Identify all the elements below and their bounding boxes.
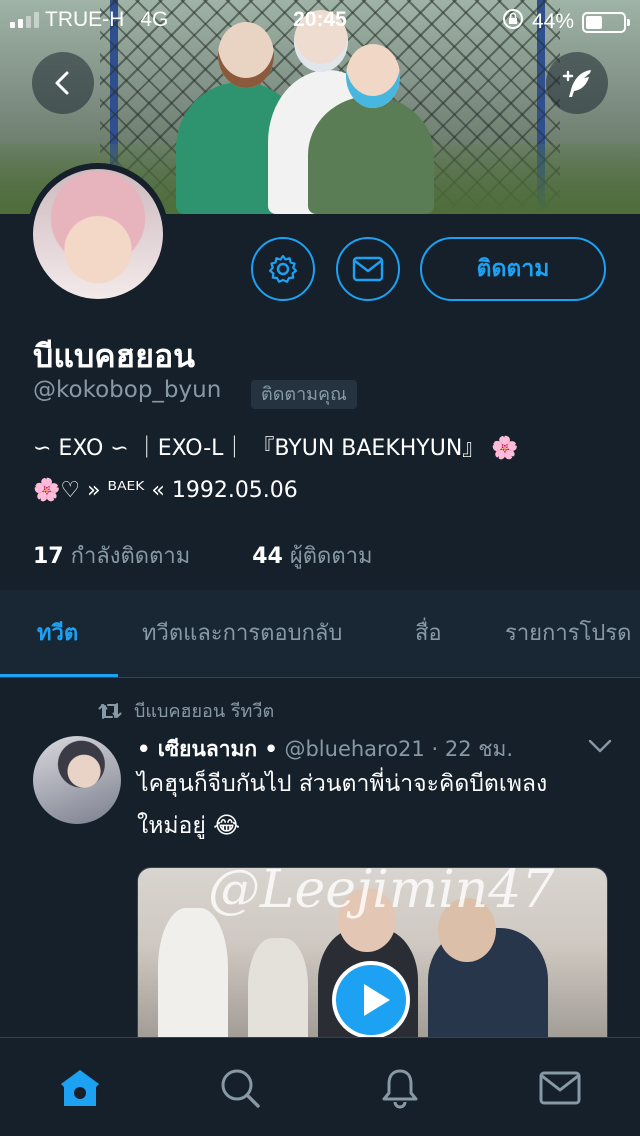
tweet-options-button[interactable] [588,738,612,758]
tweet-text-line: ไคฮุนก็จีบกันไป ส่วนตาพี่น่าจะคิดบีตเพลง [137,771,548,797]
tweet-text: ไคฮุนก็จีบกันไป ส่วนตาพี่น่าจะคิดบีตเพลง… [137,763,617,847]
orientation-lock-icon [502,8,524,36]
profile-bio: ∽ EXO ∽ ｜EXO-L｜ 『BYUN BAEKHYUN』 🌸 🌸♡ » ᴮ… [33,428,623,512]
status-bar: TRUE-H 4G 20:45 44% [0,0,640,40]
tab-tweets[interactable]: ทวีต [37,590,78,677]
bell-icon [382,1069,418,1109]
banner-person [308,96,434,214]
nav-messages[interactable] [538,1066,582,1110]
back-button[interactable] [32,52,94,114]
followers-stat[interactable]: 44 ผู้ติดตาม [252,538,372,573]
tab-likes[interactable]: รายการโปรด [505,590,631,677]
mail-icon [539,1071,581,1105]
profile-avatar[interactable] [27,163,169,305]
followers-count: 44 [252,544,283,569]
tweet-video[interactable]: @Leejimin47 [137,867,608,1057]
tweet-author-name[interactable]: • เซียนลามก • [137,737,278,761]
gear-icon [268,254,298,283]
following-stat[interactable]: 17 กำลังติดตาม [33,538,190,573]
play-video-button[interactable] [332,961,410,1039]
tweet-text-line: ใหม่อยู่ 😂 [137,813,241,839]
retweet-label: บีแบคฮยอน รีทวีต [134,701,275,722]
tab-media[interactable]: สื่อ [415,590,442,677]
following-count: 17 [33,544,64,569]
search-icon [221,1069,260,1108]
bottom-navigation [0,1037,640,1136]
battery-icon [582,11,630,33]
chevron-down-icon [588,739,612,753]
settings-button[interactable] [251,237,315,301]
banner-person-head [346,44,400,108]
nav-notifications[interactable] [378,1066,422,1110]
active-tab-indicator [0,674,118,677]
envelope-icon [352,256,384,282]
tweet-header: • เซียนลามก • @blueharo21 · 22 ชม. [137,733,617,766]
following-label: กำลังติดตาม [70,544,191,569]
retweet-icon [98,702,122,719]
video-watermark: @Leejimin47 [208,867,555,920]
tweet-author-handle[interactable]: @blueharo21 [284,737,424,761]
follow-button[interactable]: ติดตาม [420,237,606,301]
nav-home[interactable] [58,1066,102,1110]
follows-you-badge: ติดตามคุณ [251,380,357,409]
bio-line: 🌸♡ » ᴮᴬᴱᴷ « 1992.05.06 [33,478,298,503]
profile-display-name: บีแบคฮยอน [33,337,196,375]
compose-tweet-icon [562,70,591,97]
home-icon [61,1070,99,1106]
nav-search[interactable] [218,1066,262,1110]
compose-tweet-button[interactable] [546,52,608,114]
tweet-author-avatar[interactable] [33,736,121,824]
profile-stats: 17 กำลังติดตาม 44 ผู้ติดตาม [33,538,372,573]
followers-label: ผู้ติดตาม [289,544,373,569]
back-arrow-icon [55,71,69,95]
tab-tweets-and-replies[interactable]: ทวีตและการตอบกลับ [142,590,342,677]
bio-line: ∽ EXO ∽ ｜EXO-L｜ 『BYUN BAEKHYUN』 🌸 [33,436,519,461]
battery-percent: 44% [531,10,574,33]
profile-tabs: ทวีต ทวีตและการตอบกลับ สื่อ รายการโปรด [0,590,640,678]
profile-handle: @kokobop_byun [33,377,222,403]
retweet-context: บีแบคฮยอน รีทวีต [98,696,274,725]
tweet-time: · 22 ชม. [431,737,514,761]
video-figure [158,908,228,1056]
message-button[interactable] [336,237,400,301]
